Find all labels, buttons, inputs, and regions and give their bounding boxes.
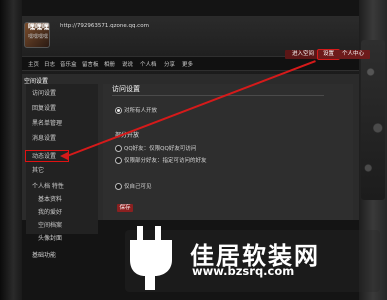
nav-item-blog[interactable]: 日志 (44, 60, 55, 68)
sidebar-item-hobbies[interactable]: 我的爱好 (38, 207, 62, 216)
sidebar-item-message[interactable]: 消息设置 (32, 133, 56, 142)
sidebar-item-access[interactable]: 访问设置 (32, 88, 56, 97)
radio-some-friends[interactable] (115, 157, 122, 164)
save-button[interactable]: 保存 (117, 204, 133, 212)
sidebar-item-avatar-cover[interactable]: 头像封面 (38, 233, 62, 242)
enter-space-button[interactable]: 进入空间 (285, 50, 321, 59)
nav-item-guestbook[interactable]: 留言板 (82, 60, 99, 68)
watermark-url: www.bzsrq.com (192, 264, 295, 278)
plug-logo-icon (130, 226, 172, 290)
annotation-arrow-head (60, 152, 68, 160)
user-name: 嘿嘿嘿 (28, 23, 49, 31)
option-some-friends-label: 仅限部分好友：指定可访问的好友 (124, 158, 207, 164)
personal-center-button[interactable]: 个人中心 (336, 50, 370, 59)
sidebar-item-profile-feature[interactable]: 个人档 特性 (32, 181, 64, 190)
decorative-figure (361, 40, 385, 200)
sidebar-item-other[interactable]: 其它 (32, 165, 44, 174)
sidebar-item-reply[interactable]: 回复设置 (32, 103, 56, 112)
radio-only-me[interactable] (115, 183, 122, 190)
nav-item-album[interactable]: 相册 (104, 60, 115, 68)
nav-item-music[interactable]: 音乐盒 (60, 60, 77, 68)
nav-item-more[interactable]: 更多 (182, 60, 193, 68)
nav-item-home[interactable]: 主页 (28, 60, 39, 68)
divider (112, 95, 324, 96)
radio-qq-friends[interactable] (115, 145, 122, 152)
option-only-me-label: 仅自己可见 (124, 184, 152, 190)
option-qq-friends-label: QQ好友：仅限QQ好友可访问 (124, 146, 197, 152)
content-title: 访问设置 (112, 85, 140, 93)
sidebar-item-space-archive[interactable]: 空间档案 (38, 220, 62, 229)
option-open-all-label: 对所有人开放 (124, 108, 158, 114)
space-url[interactable]: http://792963571.qzone.qq.com (60, 23, 149, 29)
space-subtitle: 嘿嘿嘿嘿 (28, 34, 49, 40)
nav-item-profile[interactable]: 个人档 (140, 60, 157, 68)
radio-open-all[interactable] (115, 107, 122, 114)
nav-item-shuoshuo[interactable]: 说说 (122, 60, 133, 68)
sidebar-item-basic-functions[interactable]: 基础功能 (32, 250, 56, 259)
settings-content (103, 84, 353, 220)
sidebar-item-basic-info[interactable]: 基本资料 (38, 194, 62, 203)
background-left-art (0, 0, 22, 300)
space-header: 嘿嘿嘿 http://792963571.qzone.qq.com 嘿嘿嘿嘿 主… (22, 16, 370, 74)
nav-item-share[interactable]: 分享 (164, 60, 175, 68)
sidebar-item-blacklist[interactable]: 黑名单管理 (32, 118, 62, 127)
